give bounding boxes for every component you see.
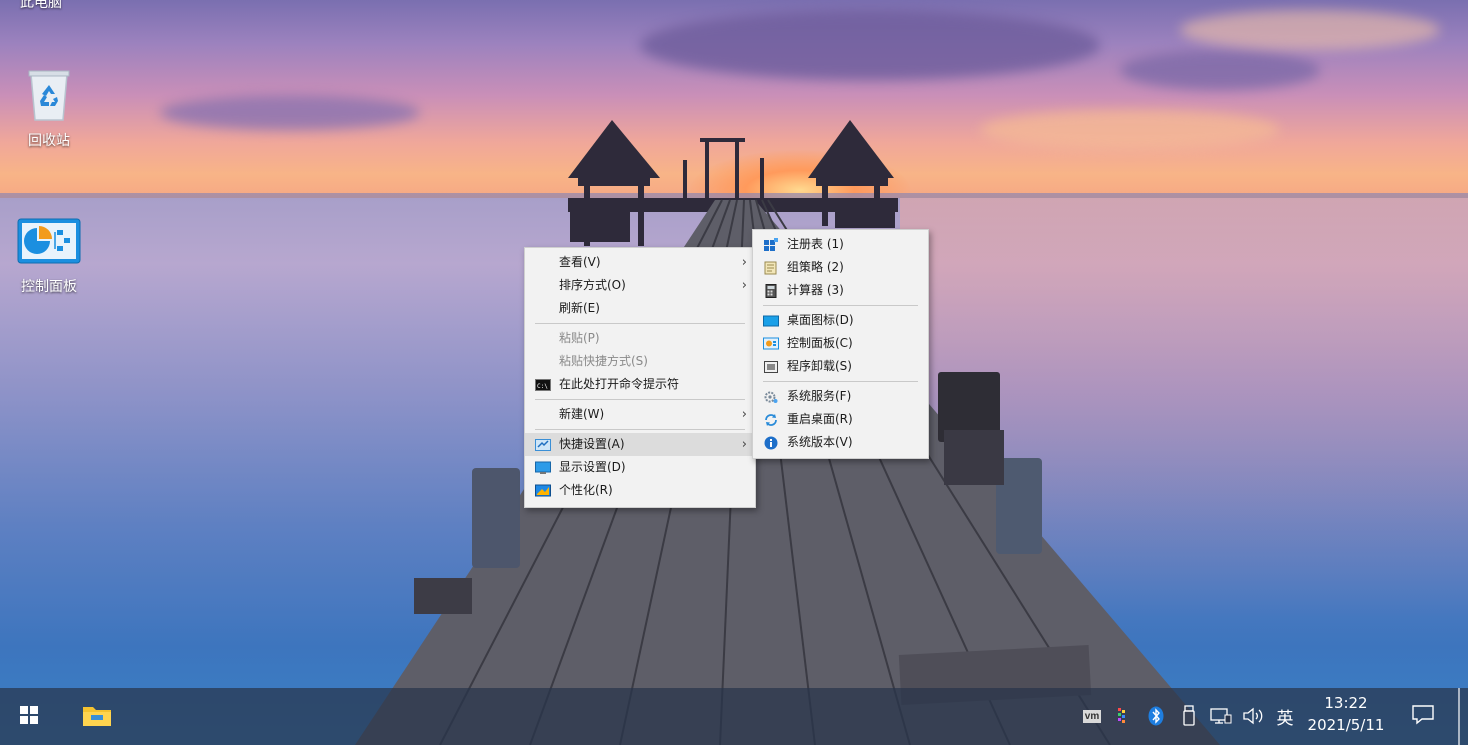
control-panel-icon xyxy=(9,218,89,272)
submenu-item-calculator[interactable]: 计算器 (3) xyxy=(753,279,928,302)
menu-item-label: 组策略 (2) xyxy=(787,260,844,274)
calculator-icon xyxy=(763,283,779,298)
menu-item-new[interactable]: 新建(W) › xyxy=(525,403,755,426)
quick-settings-icon xyxy=(535,437,551,451)
display-icon xyxy=(535,460,551,474)
input-method-indicator[interactable]: 英 xyxy=(1272,704,1298,729)
usb-device-icon[interactable] xyxy=(1178,704,1200,728)
this-pc-label[interactable]: 此电脑 xyxy=(20,0,62,12)
info-icon xyxy=(763,435,779,450)
personalize-icon xyxy=(535,483,551,497)
menu-item-label: 系统服务(F) xyxy=(787,389,852,403)
cmd-icon: C:\ xyxy=(535,377,551,391)
svg-text:C:\: C:\ xyxy=(537,383,548,390)
action-center-button[interactable] xyxy=(1408,704,1438,728)
quick-settings-submenu: 注册表 (1) 组策略 (2) 计算器 (3) 桌面图标(D) 控制面板(C) … xyxy=(752,229,929,459)
menu-item-view[interactable]: 查看(V) › xyxy=(525,251,755,274)
menu-item-label: 个性化(R) xyxy=(559,483,613,497)
menu-item-label: 系统版本(V) xyxy=(787,435,853,449)
menu-item-label: 注册表 (1) xyxy=(787,237,844,251)
menu-separator xyxy=(763,381,918,382)
chevron-right-icon: › xyxy=(741,255,747,270)
menu-item-label: 快捷设置(A) xyxy=(559,437,625,451)
file-explorer-button[interactable] xyxy=(72,688,122,745)
menu-item-label: 重启桌面(R) xyxy=(787,412,853,426)
menu-item-paste-shortcut[interactable]: 粘贴快捷方式(S) xyxy=(525,350,755,373)
show-desktop-button[interactable] xyxy=(1458,688,1460,745)
menu-item-label: 在此处打开命令提示符 xyxy=(559,377,680,391)
menu-item-refresh[interactable]: 刷新(E) xyxy=(525,297,755,320)
chevron-right-icon: › xyxy=(741,278,747,293)
vm-label: vm xyxy=(1082,709,1102,723)
menu-separator xyxy=(535,323,745,324)
menu-item-label: 粘贴快捷方式(S) xyxy=(559,354,648,368)
menu-separator xyxy=(535,399,745,400)
registry-icon xyxy=(763,237,779,251)
folder-icon xyxy=(82,703,112,730)
menu-item-label: 控制面板(C) xyxy=(787,336,853,350)
desktop-icon-label: 控制面板 xyxy=(21,279,77,295)
windows-logo-icon xyxy=(20,706,38,727)
chevron-right-icon: › xyxy=(741,437,747,452)
desktop-icon-control-panel[interactable]: 控制面板 xyxy=(9,218,89,296)
chevron-right-icon: › xyxy=(741,407,747,422)
menu-item-label: 程序卸载(S) xyxy=(787,359,852,373)
menu-item-label: 刷新(E) xyxy=(559,301,600,315)
desktop-context-menu: 查看(V) › 排序方式(O) › 刷新(E) 粘贴(P) 粘贴快捷方式(S) … xyxy=(524,247,756,508)
submenu-item-system-version[interactable]: 系统版本(V) xyxy=(753,431,928,454)
menu-item-personalize[interactable]: 个性化(R) xyxy=(525,479,755,502)
menu-item-paste[interactable]: 粘贴(P) xyxy=(525,327,755,350)
menu-item-label: 粘贴(P) xyxy=(559,331,600,345)
control-panel-icon xyxy=(763,336,779,350)
submenu-item-system-services[interactable]: 系统服务(F) xyxy=(753,385,928,408)
menu-item-label: 查看(V) xyxy=(559,255,601,269)
submenu-item-registry[interactable]: 注册表 (1) xyxy=(753,233,928,256)
menu-item-label: 计算器 (3) xyxy=(787,283,844,297)
submenu-item-control-panel[interactable]: 控制面板(C) xyxy=(753,332,928,355)
menu-item-open-command-prompt[interactable]: C:\ 在此处打开命令提示符 xyxy=(525,373,755,396)
desktop-icon-recycle-bin[interactable]: 回收站 xyxy=(9,68,89,150)
taskbar: vm 英 13:22 2021/5/11 xyxy=(0,688,1468,745)
desktop-icons-icon xyxy=(763,313,779,327)
submenu-item-uninstall-programs[interactable]: 程序卸载(S) xyxy=(753,355,928,378)
notification-icon xyxy=(1412,704,1434,728)
color-grid-tray-icon[interactable] xyxy=(1114,704,1134,728)
menu-separator xyxy=(535,429,745,430)
bluetooth-icon[interactable] xyxy=(1145,704,1167,728)
volume-icon[interactable] xyxy=(1240,704,1266,728)
vmware-tray-icon[interactable]: vm xyxy=(1080,704,1104,728)
start-button[interactable] xyxy=(0,688,58,745)
menu-item-display-settings[interactable]: 显示设置(D) xyxy=(525,456,755,479)
menu-item-label: 桌面图标(D) xyxy=(787,313,854,327)
menu-item-label: 排序方式(O) xyxy=(559,278,626,292)
group-policy-icon xyxy=(763,260,779,275)
menu-item-label: 显示设置(D) xyxy=(559,460,626,474)
desktop-icon-label: 回收站 xyxy=(28,133,70,149)
services-icon xyxy=(763,389,779,403)
network-icon[interactable] xyxy=(1208,704,1234,728)
submenu-item-desktop-icons[interactable]: 桌面图标(D) xyxy=(753,309,928,332)
menu-separator xyxy=(763,305,918,306)
clock-date: 2021/5/11 xyxy=(1307,716,1385,734)
submenu-item-restart-desktop[interactable]: 重启桌面(R) xyxy=(753,408,928,431)
submenu-item-group-policy[interactable]: 组策略 (2) xyxy=(753,256,928,279)
clock-time: 13:22 xyxy=(1324,694,1368,712)
menu-item-sort-by[interactable]: 排序方式(O) › xyxy=(525,274,755,297)
menu-item-quick-settings[interactable]: 快捷设置(A) › xyxy=(525,433,755,456)
restart-desktop-icon xyxy=(763,412,779,426)
recycle-bin-icon xyxy=(9,68,89,126)
system-clock[interactable]: 13:22 2021/5/11 xyxy=(1296,692,1396,736)
menu-item-label: 新建(W) xyxy=(559,407,605,421)
uninstall-icon xyxy=(763,359,779,373)
